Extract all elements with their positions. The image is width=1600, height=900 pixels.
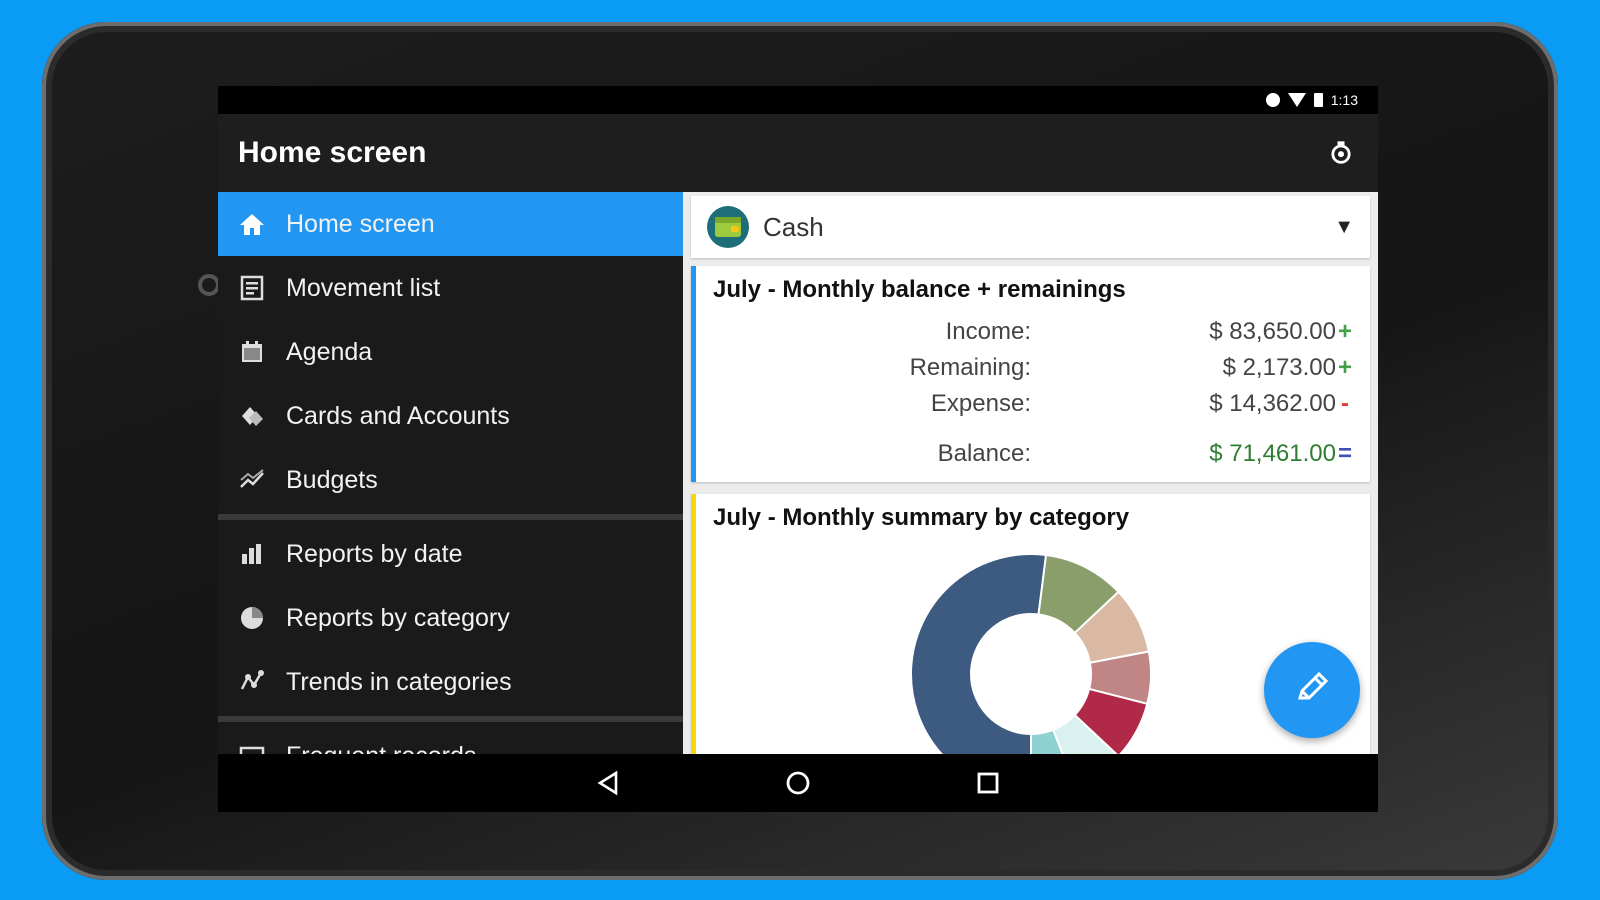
chevron-down-icon: ▼ <box>1334 215 1354 238</box>
sidebar-item-agenda[interactable]: Agenda <box>218 320 683 384</box>
sidebar-item-cards-and-accounts[interactable]: Cards and Accounts <box>218 384 683 448</box>
trend-icon <box>234 664 270 700</box>
sidebar-item-label: Trends in categories <box>286 667 512 696</box>
expense-row: Expense: $ 14,362.00 - <box>713 386 1354 422</box>
card-title: July - Monthly summary by category <box>713 504 1130 531</box>
account-selector[interactable]: Cash ▼ <box>691 196 1370 258</box>
sidebar-item-label: Cards and Accounts <box>286 401 510 430</box>
device-screen: 1:13 Home screen Home screen Movement li… <box>218 86 1378 812</box>
frequent-icon <box>234 738 270 754</box>
row-label: Balance: <box>937 440 1031 467</box>
wifi-icon <box>1287 93 1306 107</box>
row-sign: = <box>1337 440 1352 467</box>
home-content: Cash ▼ July - Monthly balance + remainin… <box>683 192 1378 754</box>
row-sign: - <box>1341 390 1349 417</box>
sidebar-item-movement-list[interactable]: Movement list <box>218 256 683 320</box>
row-value: $ 71,461.00 <box>1209 440 1336 467</box>
row-value: $ 2,173.00 <box>1222 354 1336 381</box>
budget-icon <box>234 462 270 498</box>
recents-icon[interactable] <box>968 763 1008 803</box>
row-label: Expense: <box>930 390 1031 417</box>
sidebar-item-home-screen[interactable]: Home screen <box>218 192 683 256</box>
row-value: $ 83,650.00 <box>1209 318 1336 345</box>
edit-fab-button[interactable] <box>1264 642 1360 738</box>
remaining-row: Remaining: $ 2,173.00 + <box>713 350 1354 386</box>
monthly-summary-card: July - Monthly summary by category <box>691 494 1370 754</box>
sidebar-item-reports-by-category[interactable]: Reports by category <box>218 586 683 650</box>
bar-chart-icon <box>234 536 270 572</box>
battery-icon <box>1313 93 1323 107</box>
calendar-icon <box>234 334 270 370</box>
drawer-divider <box>218 514 683 520</box>
page-title: Home screen <box>238 136 427 169</box>
camera <box>198 274 220 296</box>
card-title: July - Monthly balance + remainings <box>713 276 1126 303</box>
category-donut-chart[interactable] <box>901 544 1161 754</box>
row-label: Remaining: <box>909 354 1031 381</box>
list-icon <box>234 270 270 306</box>
pie-chart-icon <box>234 600 270 636</box>
system-nav-bar <box>218 754 1378 812</box>
status-bar: 1:13 <box>218 86 1378 114</box>
card-accent <box>691 266 696 482</box>
sidebar-item-label: Frequent records <box>286 742 476 755</box>
pencil-icon <box>1292 668 1332 713</box>
cards-icon <box>234 398 270 434</box>
home-circle-icon[interactable] <box>778 763 818 803</box>
home-icon <box>234 206 270 242</box>
sidebar-item-label: Reports by date <box>286 539 463 568</box>
sidebar-item-label: Budgets <box>286 465 378 494</box>
row-sign: + <box>1337 318 1352 345</box>
income-row: Income: $ 83,650.00 + <box>713 314 1354 350</box>
drawer-divider <box>218 716 683 722</box>
donut-slice[interactable] <box>910 553 1048 754</box>
notification-icon <box>1265 93 1280 107</box>
status-time: 1:13 <box>1330 92 1358 108</box>
sidebar-item-frequent-records[interactable]: Frequent records <box>218 724 683 754</box>
sidebar-item-budgets[interactable]: Budgets <box>218 448 683 512</box>
navigation-drawer: Home screen Movement list Agenda Cards a… <box>218 192 683 754</box>
app-bar: Home screen <box>218 114 1378 192</box>
row-value: $ 14,362.00 <box>1209 390 1336 417</box>
monthly-balance-card: July - Monthly balance + remainings Inco… <box>691 266 1370 482</box>
sidebar-item-label: Home screen <box>286 209 435 238</box>
sidebar-item-trends-in-categories[interactable]: Trends in categories <box>218 650 683 714</box>
sidebar-item-label: Agenda <box>286 337 373 366</box>
settings-gear-icon[interactable] <box>1324 136 1358 170</box>
balance-row: Balance: $ 71,461.00 = <box>713 436 1354 472</box>
sidebar-item-label: Movement list <box>286 273 441 302</box>
back-icon[interactable] <box>588 763 628 803</box>
wallet-icon <box>707 206 749 248</box>
card-accent <box>691 494 696 754</box>
row-sign: + <box>1337 354 1352 381</box>
sidebar-item-reports-by-date[interactable]: Reports by date <box>218 522 683 586</box>
account-name: Cash <box>763 211 824 242</box>
sidebar-item-label: Reports by category <box>286 603 510 632</box>
row-label: Income: <box>945 318 1031 345</box>
